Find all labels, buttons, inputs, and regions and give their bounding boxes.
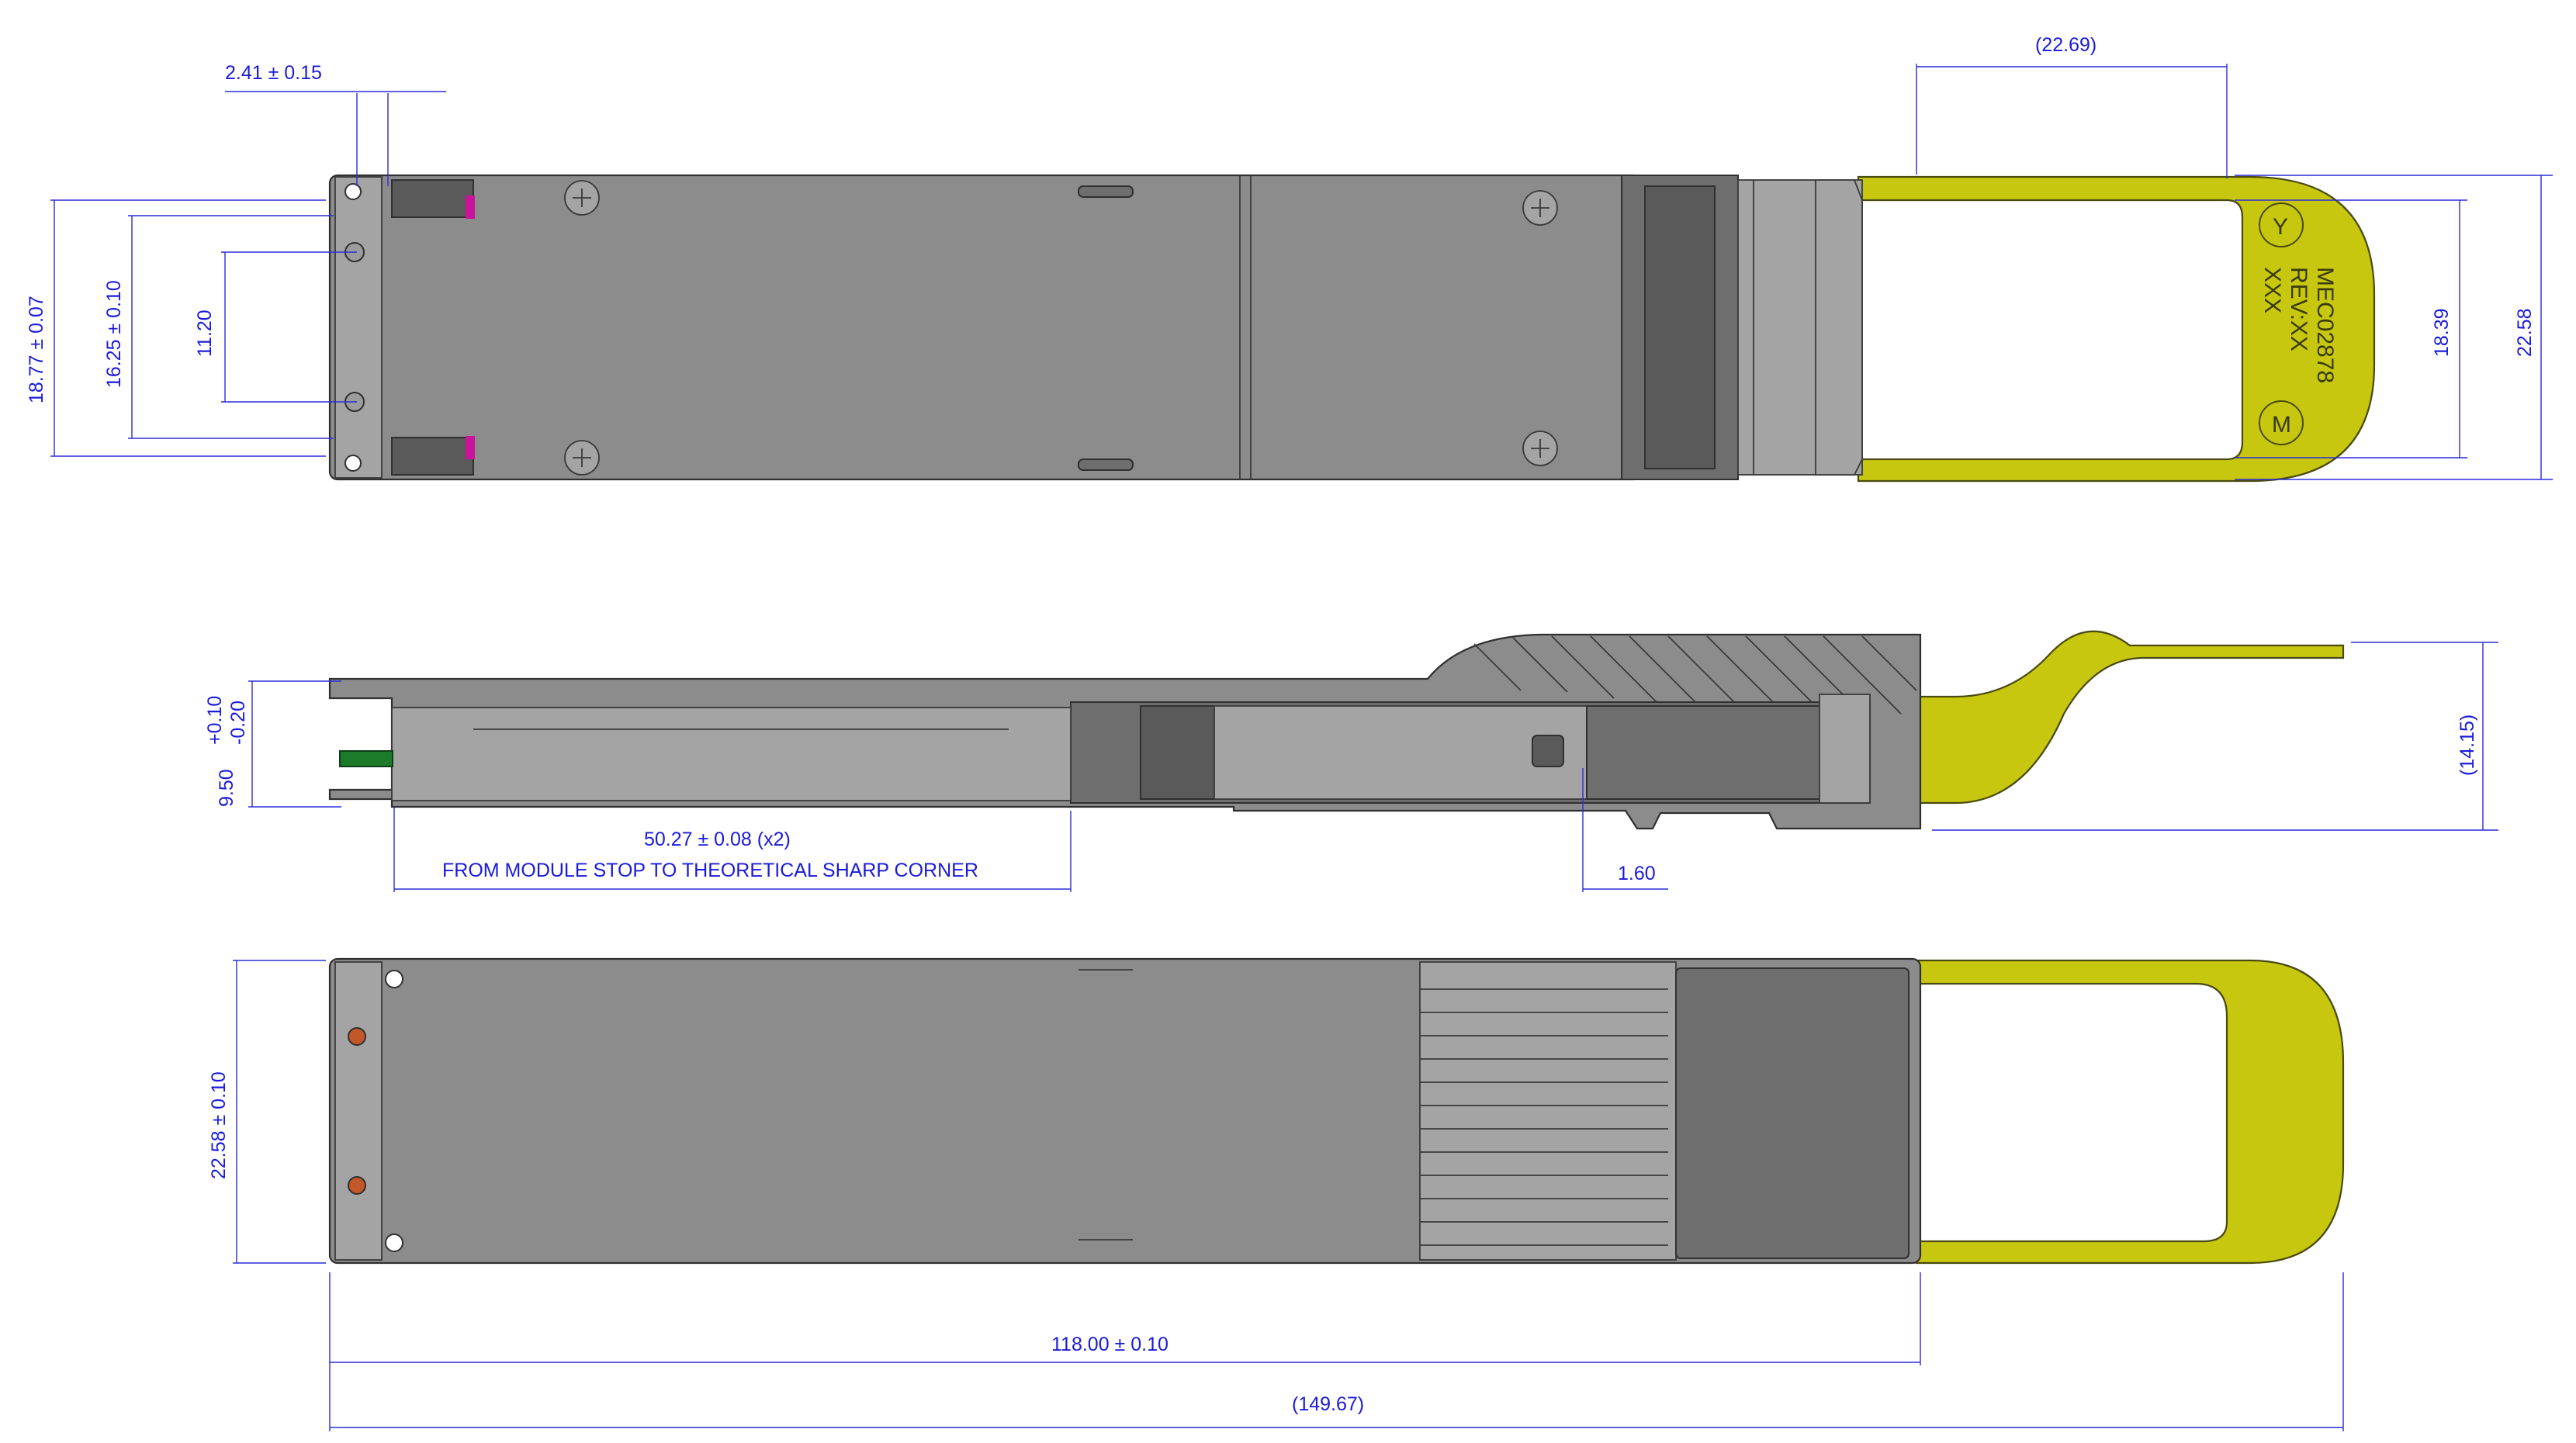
top-front-flange bbox=[334, 176, 383, 479]
dim-height-outer: 18.77 ± 0.07 bbox=[26, 296, 47, 403]
top-view: MEC02878 REV:XX XXX Y M 2.41 ± 0.15 (22.… bbox=[26, 34, 2553, 483]
bottom-fin-array bbox=[1419, 961, 1677, 1261]
tab-logo-bottom: M bbox=[2272, 412, 2291, 438]
dim-stop-note: FROM MODULE STOP TO THEORETICAL SHARP CO… bbox=[442, 860, 978, 881]
dim-total-length: (149.67) bbox=[1292, 1393, 1364, 1415]
dim-latch-offset: 1.60 bbox=[1618, 863, 1656, 884]
side-connector-pcb bbox=[339, 750, 393, 767]
dim-pull-tab-length: (22.69) bbox=[2035, 34, 2096, 56]
dim-body-length: 118.00 ± 0.10 bbox=[1051, 1334, 1169, 1355]
dim-stop-distance: 50.27 ± 0.08 (x2) bbox=[644, 829, 791, 850]
bottom-contact-upper bbox=[348, 1027, 366, 1046]
dim-thickness-tol-minus: -0.20 bbox=[227, 701, 249, 745]
screw-icon bbox=[564, 440, 600, 476]
top-front-hole-lower bbox=[345, 455, 362, 472]
screw-icon bbox=[564, 180, 600, 216]
dim-total-height: (14.15) bbox=[2457, 715, 2478, 776]
bottom-pull-tab bbox=[1915, 959, 2345, 1265]
dim-hole-spacing: 11.20 bbox=[194, 310, 216, 357]
screw-icon bbox=[1522, 431, 1558, 466]
tab-marking-line3: XXX bbox=[2259, 267, 2285, 313]
mechanical-drawing: MEC02878 REV:XX XXX Y M 2.41 ± 0.15 (22.… bbox=[26, 34, 2553, 1431]
top-front-hole-upper bbox=[345, 183, 362, 200]
dim-slot-width: 2.41 ± 0.15 bbox=[225, 62, 322, 84]
screw-icon bbox=[1522, 190, 1558, 226]
dim-width: 22.58 ± 0.10 bbox=[208, 1071, 230, 1179]
side-view: 9.50 +0.10 -0.20 50.27 ± 0.08 (x2) FROM … bbox=[204, 630, 2498, 892]
dim-tab-outer: 22.58 bbox=[2514, 308, 2536, 357]
tab-marking-line2: REV:XX bbox=[2286, 267, 2311, 351]
bottom-contact-lower bbox=[348, 1176, 366, 1195]
dim-thickness-tol-plus: +0.10 bbox=[204, 696, 226, 745]
top-body bbox=[328, 174, 1643, 481]
bottom-view: 22.58 ± 0.10 118.00 ± 0.10 (149.67) bbox=[208, 957, 2345, 1431]
tab-marking-line1: MEC02878 bbox=[2312, 267, 2338, 383]
dim-tab-inner: 18.39 bbox=[2431, 308, 2453, 357]
dim-thickness: 9.50 bbox=[216, 769, 237, 807]
tab-logo-top: Y bbox=[2273, 214, 2288, 240]
dim-height-inner: 16.25 ± 0.10 bbox=[103, 280, 125, 388]
side-pull-tab bbox=[1870, 630, 2345, 805]
